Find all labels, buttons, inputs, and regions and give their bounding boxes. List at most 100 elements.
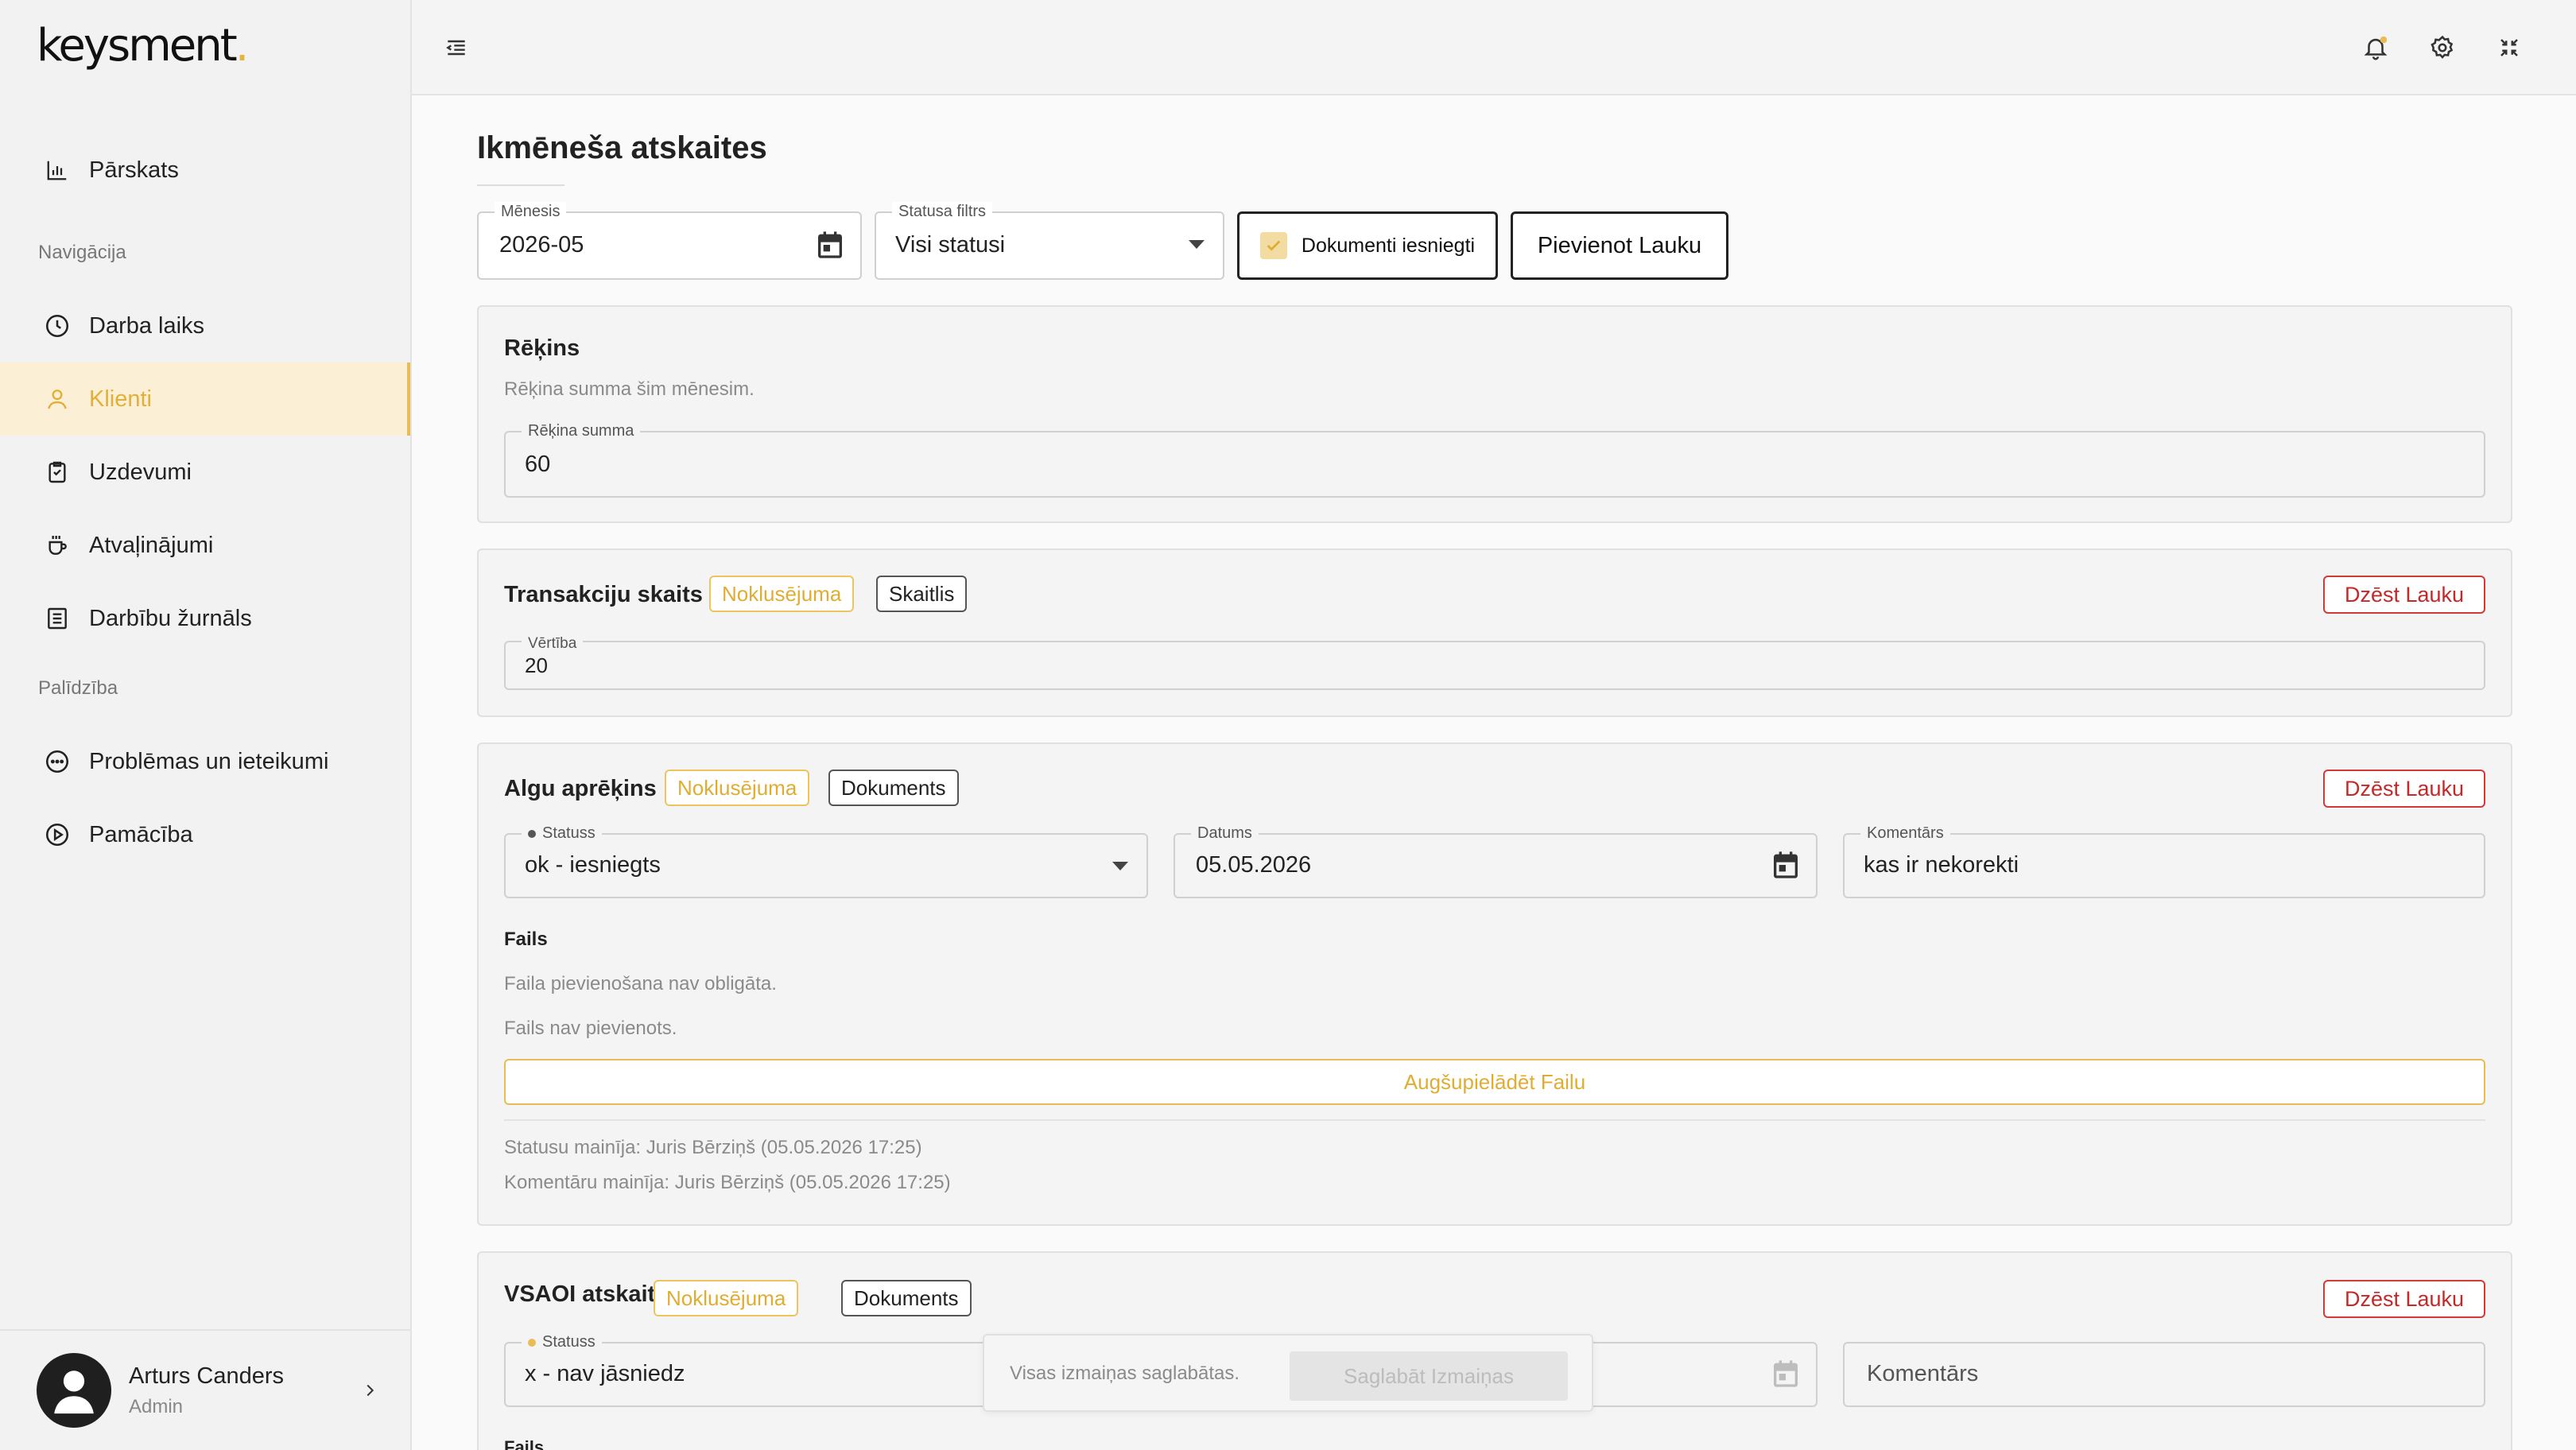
upload-file-button[interactable]: Augšupielādēt Failu — [504, 1059, 2485, 1105]
coffee-icon — [41, 529, 73, 561]
month-value: 2026-05 — [499, 232, 584, 258]
transactions-value-input[interactable]: Vērtība 20 — [504, 634, 2485, 690]
list-icon — [41, 603, 73, 634]
calendar-icon[interactable] — [1770, 849, 1802, 885]
payroll-date-label: Datums — [1191, 824, 1259, 843]
sidebar-item-label: Problēmas un ieteikumi — [89, 748, 329, 774]
avatar — [37, 1353, 111, 1428]
comment-changed-meta: Komentāru mainīja: Juris Bērziņš (05.05.… — [504, 1172, 951, 1193]
payroll-date-input[interactable]: Datums 05.05.2026 — [1174, 824, 1818, 898]
fullscreen-exit-icon[interactable] — [2492, 30, 2527, 65]
caret-down-icon — [1188, 238, 1205, 254]
user-profile[interactable]: Arturs Canders Admin — [0, 1329, 410, 1450]
sidebar-item-label: Uzdevumi — [89, 459, 192, 485]
sidebar-item-parskats[interactable]: Pārskats — [0, 134, 410, 207]
menu-collapse-icon[interactable] — [439, 30, 474, 65]
clock-icon — [41, 310, 73, 342]
section-help: Palīdzība — [38, 677, 118, 699]
sidebar-item-label: Atvaļinājumi — [89, 532, 214, 558]
chevron-right-icon[interactable] — [361, 1382, 378, 1403]
type-chip: Dokuments — [828, 770, 959, 806]
payroll-comment-input[interactable]: Komentārs kas ir nekorekti — [1843, 824, 2485, 898]
transactions-title: Transakciju skaits — [504, 582, 703, 607]
vsaoi-title: VSAOI atskaite — [504, 1281, 669, 1307]
user-icon — [41, 383, 73, 415]
delete-field-button[interactable]: Dzēst Lauku — [2323, 1280, 2485, 1318]
status-changed-meta: Statusu mainīja: Juris Bērziņš (05.05.20… — [504, 1137, 922, 1158]
caret-down-icon — [1111, 860, 1129, 875]
page-title: Ikmēneša atskaites — [477, 130, 767, 165]
vsaoi-status-label: Statuss — [522, 1332, 602, 1351]
invoice-description: Rēķina summa šim mēnesim. — [504, 378, 755, 400]
payroll-status-value: ok - iesniegts — [525, 852, 661, 878]
title-underline — [477, 184, 564, 186]
calendar-icon[interactable] — [814, 229, 846, 265]
type-chip: Dokuments — [841, 1280, 972, 1316]
transactions-value-label: Vērtība — [522, 634, 584, 653]
sidebar-item-atvalinajumi[interactable]: Atvaļinājumi — [0, 509, 410, 582]
default-chip: Noklusējuma — [654, 1280, 799, 1316]
save-changes-button[interactable]: Saglabāt Izmaiņas — [1290, 1351, 1568, 1401]
status-dot — [528, 829, 536, 838]
delete-field-button[interactable]: Dzēst Lauku — [2323, 576, 2485, 614]
divider — [504, 1119, 2485, 1121]
delete-field-button[interactable]: Dzēst Lauku — [2323, 770, 2485, 808]
status-dot — [528, 1338, 536, 1347]
default-chip: Noklusējuma — [709, 576, 855, 612]
vsaoi-comment-input[interactable]: Komentārs — [1843, 1342, 2485, 1407]
invoice-amount-input[interactable]: Rēķina summa 60 — [504, 421, 2485, 498]
sidebar-item-pamaciba[interactable]: Pamācība — [0, 798, 410, 871]
file-optional-note: Faila pievienošana nav obligāta. — [504, 973, 777, 994]
payroll-title: Algu aprēķins — [504, 776, 657, 801]
payroll-status-select[interactable]: Statuss ok - iesniegts — [504, 824, 1148, 898]
invoice-amount-value: 60 — [525, 452, 551, 477]
sidebar-item-label: Klienti — [89, 386, 152, 412]
brand-logo[interactable]: keysment. — [37, 17, 249, 75]
sidebar-item-uzdevumi[interactable]: Uzdevumi — [0, 436, 410, 509]
invoice-title: Rēķins — [504, 335, 580, 361]
bar-chart-icon — [41, 154, 73, 186]
sidebar-item-problemas[interactable]: Problēmas un ieteikumi — [0, 725, 410, 798]
payroll-comment-value: kas ir nekorekti — [1864, 852, 2019, 878]
file-missing-note: Fails nav pievienots. — [504, 1018, 677, 1039]
month-field[interactable]: Mēnesis 2026-05 — [477, 202, 862, 280]
payroll-status-label: Statuss — [522, 824, 602, 843]
checkbox-checked-icon — [1259, 232, 1287, 259]
vsaoi-comment-placeholder: Komentārs — [1867, 1361, 1979, 1386]
transactions-value: 20 — [525, 653, 548, 677]
status-label-text: Statuss — [542, 824, 596, 842]
payroll-card: Algu aprēķins Noklusējuma Dokuments Dzēs… — [477, 742, 2512, 1226]
file-heading: Fails — [504, 1437, 545, 1450]
status-filter-value: Visi statusi — [895, 232, 1006, 258]
file-heading: Fails — [504, 929, 548, 950]
documents-submitted-checkbox[interactable]: Dokumenti iesniegti — [1237, 211, 1498, 280]
sidebar-item-label: Darbību žurnāls — [89, 605, 252, 631]
bell-icon[interactable] — [2358, 30, 2393, 65]
type-chip: Skaitlis — [876, 576, 968, 612]
save-toast: Visas izmaiņas saglabātas. Saglabāt Izma… — [983, 1334, 1593, 1412]
sidebar-item-klienti[interactable]: Klienti — [0, 362, 410, 436]
user-role: Admin — [129, 1395, 184, 1417]
payroll-comment-label: Komentārs — [1860, 824, 1950, 843]
user-name: Arturs Canders — [129, 1363, 285, 1389]
documents-submitted-label: Dokumenti iesniegti — [1301, 234, 1476, 257]
calendar-icon[interactable] — [1770, 1358, 1802, 1394]
play-circle-icon — [41, 819, 73, 851]
transactions-card: Transakciju skaits Noklusējuma Skaitlis … — [477, 549, 2512, 717]
sidebar-item-darbibu-zurnals[interactable]: Darbību žurnāls — [0, 582, 410, 655]
invoice-amount-label: Rēķina summa — [522, 421, 641, 440]
status-label-text: Statuss — [542, 1333, 596, 1351]
month-label: Mēnesis — [495, 202, 567, 221]
status-filter-select[interactable]: Statusa filtrs Visi statusi — [875, 202, 1224, 280]
sidebar-item-darba-laiks[interactable]: Darba laiks — [0, 289, 410, 362]
default-chip: Noklusējuma — [665, 770, 810, 806]
invoice-card: Rēķins Rēķina summa šim mēnesim. Rēķina … — [477, 305, 2512, 523]
sidebar: keysment. Pārskats Navigācija Darba laik… — [0, 0, 412, 1450]
status-filter-label: Statusa filtrs — [892, 202, 993, 221]
section-navigation: Navigācija — [38, 242, 126, 263]
gear-icon[interactable] — [2425, 30, 2460, 65]
sidebar-item-label: Pamācība — [89, 821, 193, 847]
topbar — [412, 0, 2576, 95]
chat-icon — [41, 746, 73, 777]
add-field-button[interactable]: Pievienot Lauku — [1511, 211, 1728, 280]
